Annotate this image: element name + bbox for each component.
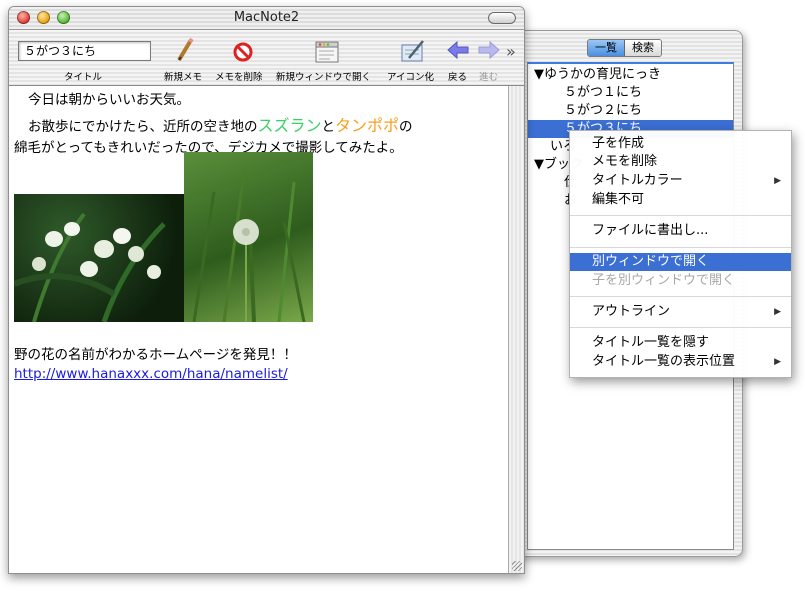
no-text: の xyxy=(399,119,413,135)
menu-not-editable[interactable]: 編集不可 xyxy=(570,191,791,209)
menu-separator xyxy=(570,296,791,297)
outline-root-ikuji[interactable]: ▼ゆうかの育児にっき xyxy=(528,66,733,84)
content-line-4: 野の花の名前がわかるホームページを発見！！ xyxy=(14,347,297,363)
iconize-label: アイコン化 xyxy=(387,72,435,83)
tab-search[interactable]: 検索 xyxy=(625,40,661,56)
menu-open-child-separate-window: 子を別ウィンドウで開く xyxy=(592,273,736,288)
menu-outline-label: アウトライン xyxy=(592,304,671,319)
menu-title-list-position[interactable]: タイトル一覧の表示位置 ▶ xyxy=(570,353,791,371)
menu-hide-title-list[interactable]: タイトル一覧を隠す xyxy=(570,334,791,352)
homepage-link[interactable]: http://www.hanaxxx.com/hana/namelist/ xyxy=(14,366,288,382)
new-memo-label: 新規メモ xyxy=(164,72,203,83)
title-label: タイトル xyxy=(64,72,103,83)
submenu-arrow-icon: ▶ xyxy=(774,176,781,186)
delete-memo-button[interactable] xyxy=(231,36,255,68)
menu-separator xyxy=(570,247,791,248)
content-line-2: お散歩にでかけたら、近所の空き地のスズランとタンポポの xyxy=(28,112,413,136)
main-window: MacNote2 タイトル 新規メモ メモを削除 xyxy=(8,6,525,574)
back-button[interactable] xyxy=(446,36,470,68)
menu-create-child[interactable]: 子を作成 xyxy=(570,135,791,153)
tanpopo-text: タンポポ xyxy=(335,116,400,135)
menu-title-color[interactable]: タイトルカラー ▶ xyxy=(570,172,791,190)
menu-title-list-position-label: タイトル一覧の表示位置 xyxy=(592,354,736,369)
new-memo-button[interactable] xyxy=(173,36,197,68)
menu-open-separate-window[interactable]: 別ウィンドウで開く xyxy=(570,253,791,271)
title-bar[interactable]: MacNote2 xyxy=(9,7,524,30)
dandelion-fluff-photo xyxy=(184,152,313,322)
open-new-window-button[interactable] xyxy=(314,36,340,68)
open-new-window-label: 新規ウィンドウで開く xyxy=(276,72,372,83)
iconize-button[interactable] xyxy=(399,36,427,68)
suzuran-text: スズラン xyxy=(257,116,322,135)
title-input[interactable] xyxy=(18,41,151,61)
lily-of-the-valley-photo xyxy=(14,194,184,322)
vertical-scrollbar[interactable] xyxy=(508,86,524,573)
delete-memo-label: メモを削除 xyxy=(215,72,263,83)
tab-list[interactable]: 一覧 xyxy=(588,40,625,56)
toolbar-toggle-button[interactable] xyxy=(488,12,516,24)
toolbar-overflow-button[interactable]: » xyxy=(506,42,516,61)
menu-separator xyxy=(570,215,791,216)
content-line-2-text: お散歩にでかけたら、近所の空き地の xyxy=(28,119,258,135)
outline-item-may1[interactable]: ５がつ１にち xyxy=(528,84,733,102)
context-menu: 子を作成 メモを削除 タイトルカラー ▶ 編集不可 ファイルに書出し... 別ウ… xyxy=(569,130,792,378)
back-arrow-icon xyxy=(447,40,469,60)
forward-label: 進む xyxy=(479,72,499,83)
menu-delete-memo[interactable]: メモを削除 xyxy=(570,153,791,171)
no-entry-icon xyxy=(233,42,253,62)
outline-item-may2[interactable]: ５がつ２にち xyxy=(528,102,733,120)
menu-title-color-label: タイトルカラー xyxy=(592,173,683,188)
note-pad-icon xyxy=(401,40,424,62)
to-text: と xyxy=(321,119,336,135)
menu-export-file[interactable]: ファイルに書出し... xyxy=(570,222,791,240)
window-icon xyxy=(315,41,339,63)
submenu-arrow-icon: ▶ xyxy=(774,357,781,367)
menu-separator xyxy=(570,327,791,328)
menu-outline[interactable]: アウトライン ▶ xyxy=(570,303,791,321)
forward-button[interactable] xyxy=(477,36,501,68)
submenu-arrow-icon: ▶ xyxy=(774,307,781,317)
toolbar: タイトル 新規メモ メモを削除 xyxy=(9,30,524,86)
window-title: MacNote2 xyxy=(233,10,300,25)
memo-content-area[interactable]: 今日は朝からいいお天気。 お散歩にでかけたら、近所の空き地のスズランとタンポポの… xyxy=(9,86,509,573)
pencil-icon xyxy=(177,37,194,62)
content-line-1: 今日は朝からいいお天気。 xyxy=(28,92,190,108)
back-label: 戻る xyxy=(448,72,468,83)
drawer-segmented-control: 一覧 検索 xyxy=(587,39,662,57)
resize-grip[interactable] xyxy=(512,561,522,571)
forward-arrow-icon xyxy=(478,40,500,60)
